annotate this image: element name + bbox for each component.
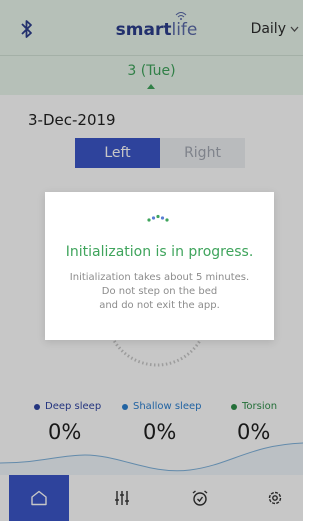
dialog-message: Initialization takes about 5 minutes. Do… <box>55 271 264 313</box>
dialog-line-1: Initialization takes about 5 minutes. <box>69 272 250 283</box>
dialog-line-2: Do not step on the bed <box>101 286 218 297</box>
app-screen: smartlife Daily 3 (Tue) 3-Dec-2019 Left … <box>0 0 303 521</box>
loading-spinner-icon <box>147 214 169 222</box>
initialization-dialog: Initialization is in progress. Initializ… <box>45 192 274 340</box>
dialog-title: Initialization is in progress. <box>65 244 254 260</box>
dialog-line-3: and do not exit the app. <box>99 300 220 311</box>
